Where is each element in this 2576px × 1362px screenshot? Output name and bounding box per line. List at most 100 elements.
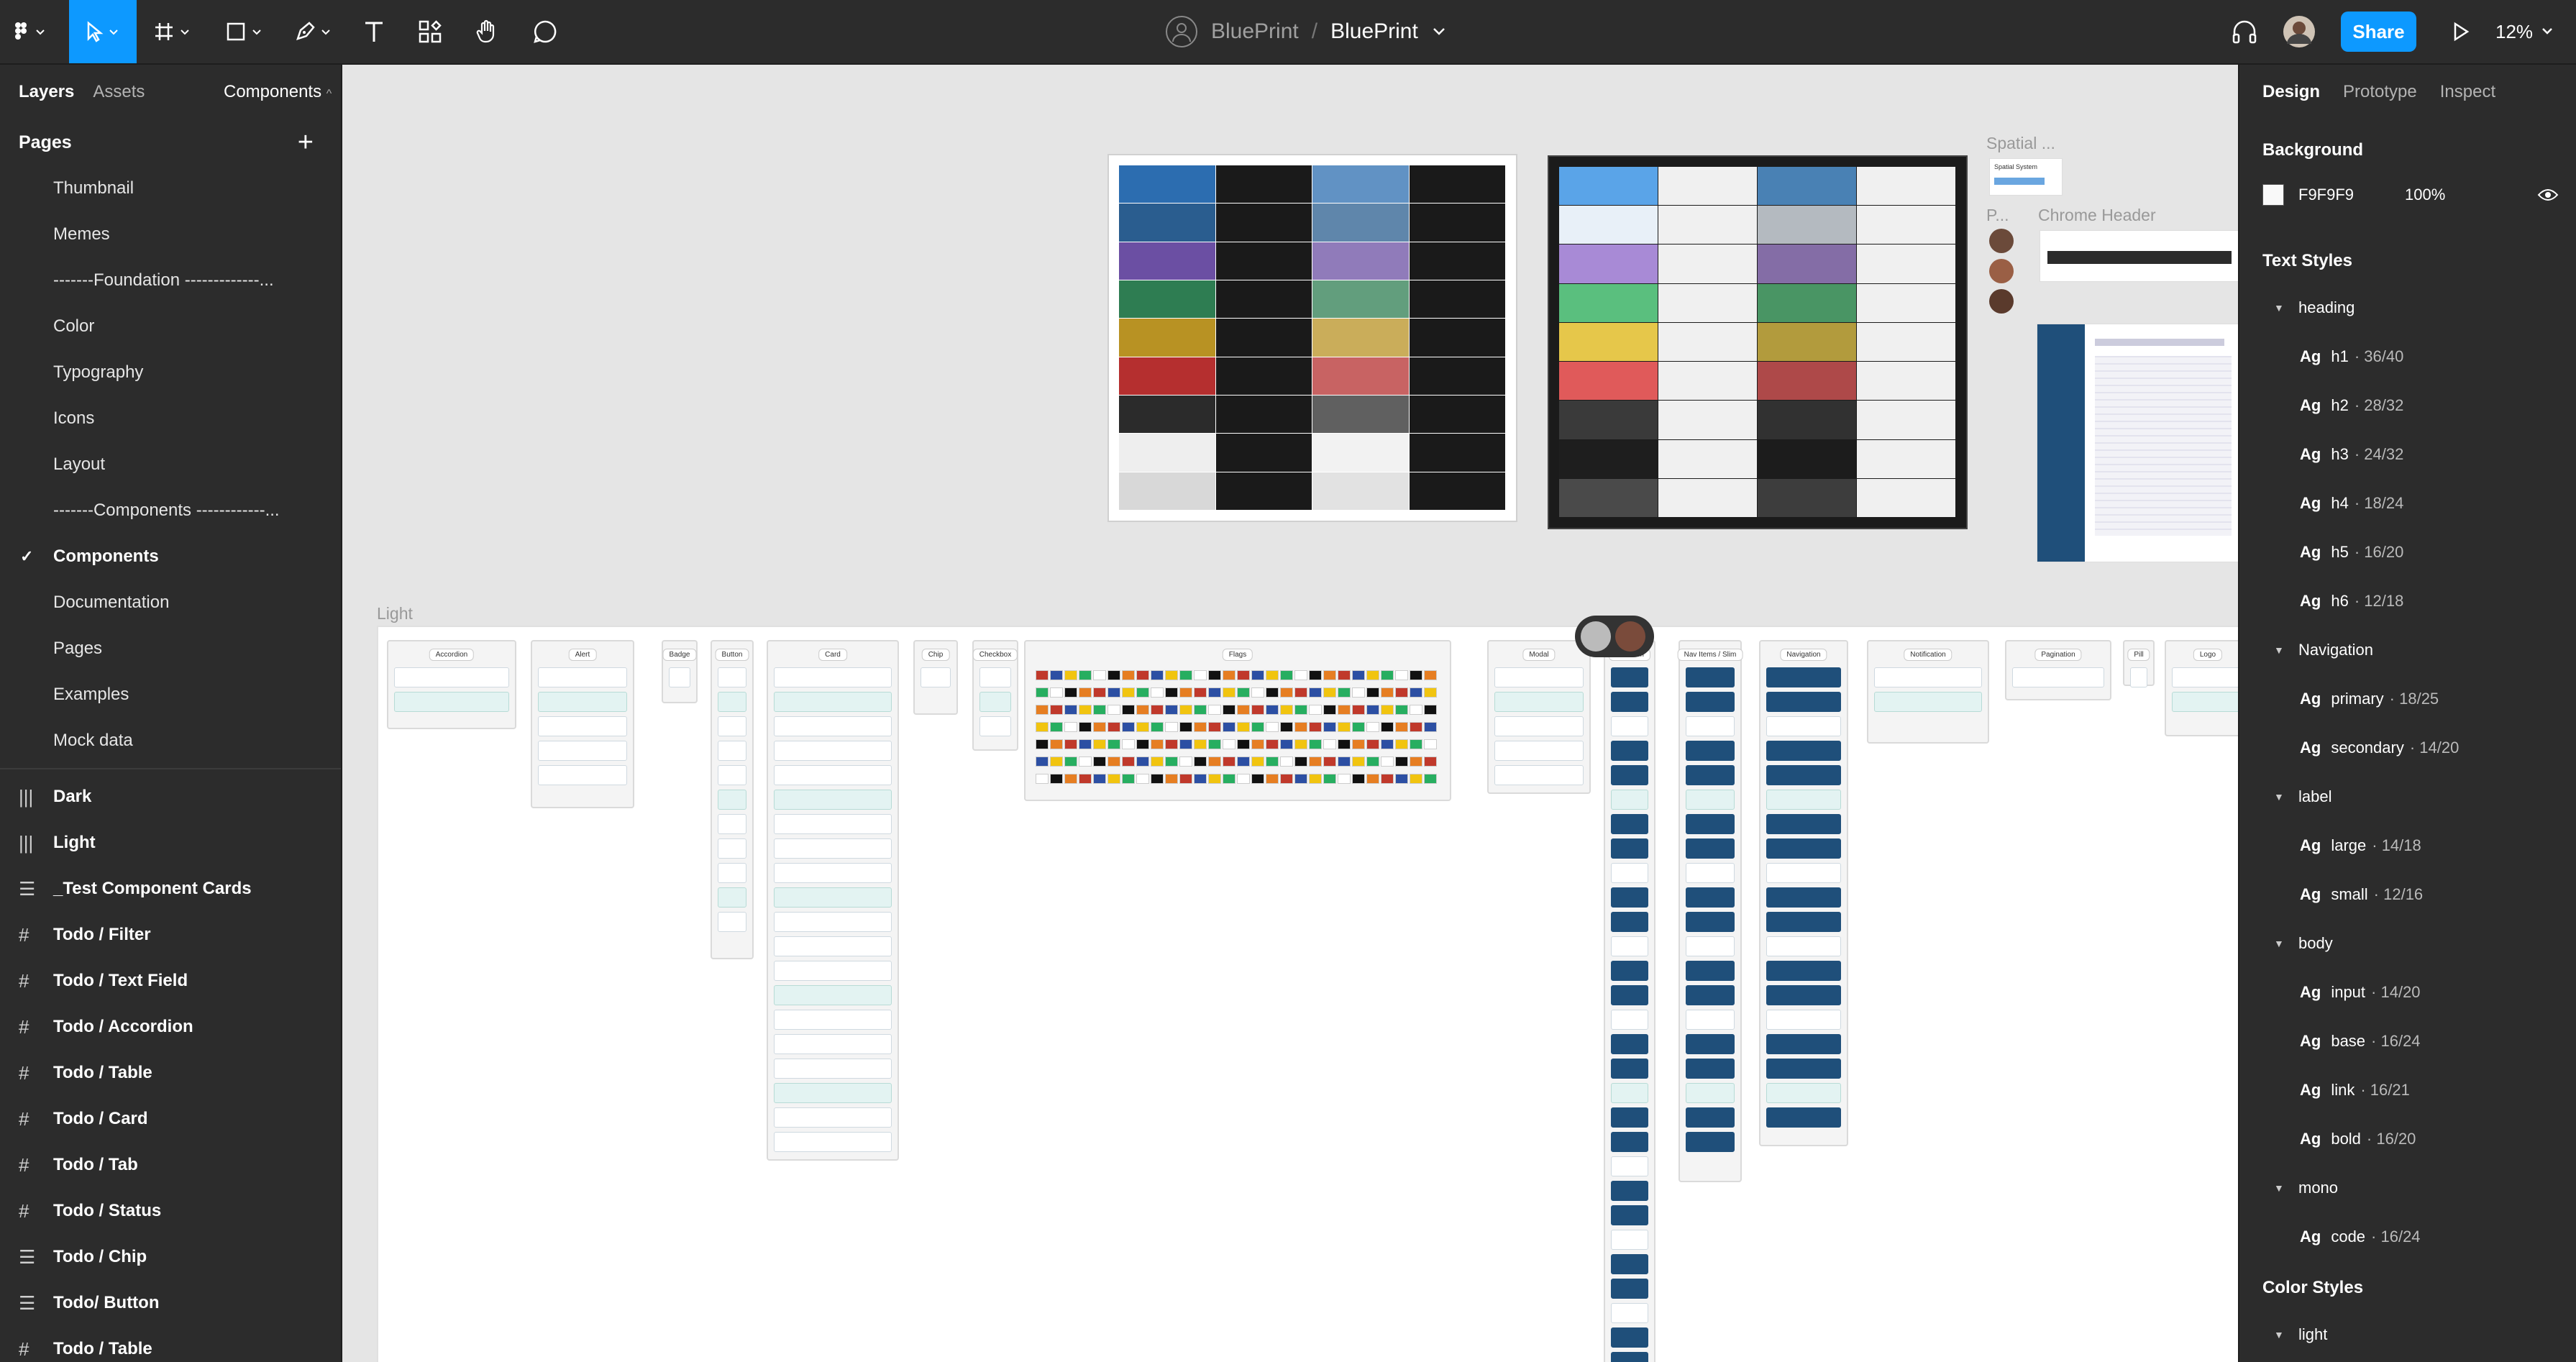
color-swatch[interactable] xyxy=(1119,204,1215,242)
chevron-down-icon[interactable] xyxy=(1428,24,1450,39)
color-swatch[interactable] xyxy=(1658,167,1757,206)
component-card[interactable]: Nav Items / Slim xyxy=(1677,640,1743,1182)
color-swatch[interactable] xyxy=(1119,280,1215,319)
color-swatch[interactable] xyxy=(1312,280,1409,319)
page-item[interactable]: Icons xyxy=(0,396,341,442)
light-components-frame[interactable]: Accordion Alert Badge Button Card Chip Checkbo… xyxy=(377,626,2238,1362)
component-card[interactable]: Flags xyxy=(1024,640,1451,801)
component-card[interactable]: Card xyxy=(767,640,899,1161)
file-name[interactable]: BluePrint xyxy=(1330,19,1418,44)
pen-tool-button[interactable] xyxy=(285,0,345,63)
light-palette-frame[interactable] xyxy=(1107,154,1517,522)
color-swatch[interactable] xyxy=(1658,401,1757,439)
color-swatch[interactable] xyxy=(1215,280,1312,319)
color-swatch[interactable] xyxy=(1215,204,1312,242)
design-canvas[interactable]: Spatial ... Spatial System P... Chrome H… xyxy=(342,65,2238,1362)
spatial-frame-label[interactable]: Spatial ... xyxy=(1986,134,2055,153)
color-swatch[interactable] xyxy=(1119,357,1215,395)
color-swatch[interactable] xyxy=(1409,396,1505,434)
zoom-dropdown[interactable]: 12% xyxy=(2495,0,2557,63)
page-item[interactable]: -------Foundation -------------... xyxy=(0,257,341,303)
color-swatch[interactable] xyxy=(1119,242,1215,280)
eye-icon[interactable] xyxy=(2537,188,2559,202)
color-swatch[interactable] xyxy=(1758,244,1856,283)
text-style-item[interactable]: Ag secondary · 14/20 xyxy=(2239,723,2576,772)
color-swatch[interactable] xyxy=(1857,401,1955,439)
layer-item[interactable]: ☰ Todo / Chip xyxy=(0,1234,341,1280)
tab-assets[interactable]: Assets xyxy=(93,82,145,102)
page-item[interactable]: Thumbnail xyxy=(0,165,341,211)
component-card[interactable]: Pill xyxy=(2123,640,2155,687)
color-swatch[interactable] xyxy=(1409,242,1505,280)
share-button[interactable]: Share xyxy=(2341,12,2416,52)
chrome-header-frame[interactable] xyxy=(2040,230,2238,282)
text-style-item[interactable]: Ag input · 14/20 xyxy=(2239,968,2576,1017)
color-swatch[interactable] xyxy=(1658,439,1757,478)
text-style-item[interactable]: Ag h6 · 12/18 xyxy=(2239,577,2576,626)
avatar-thumbnail[interactable] xyxy=(1989,289,2014,314)
color-swatch[interactable] xyxy=(1409,165,1505,204)
color-swatch[interactable] xyxy=(1312,319,1409,357)
text-style-item[interactable]: Ag bold · 16/20 xyxy=(2239,1115,2576,1164)
color-swatch[interactable] xyxy=(1559,206,1658,244)
color-swatch[interactable] xyxy=(1758,478,1856,517)
page-item[interactable]: Color xyxy=(0,303,341,349)
avatar-thumbnail[interactable] xyxy=(1989,259,2014,283)
main-menu-button[interactable] xyxy=(0,0,60,63)
collaborator-bubble[interactable] xyxy=(1575,616,1654,657)
component-card[interactable]: Notification xyxy=(1867,640,1989,744)
text-style-item[interactable]: Ag large · 14/18 xyxy=(2239,821,2576,870)
color-swatch[interactable] xyxy=(1312,472,1409,510)
color-swatch[interactable] xyxy=(1409,204,1505,242)
layer-item[interactable]: # Todo / Status xyxy=(0,1188,341,1234)
tab-layers[interactable]: Layers xyxy=(19,82,74,102)
color-swatch[interactable] xyxy=(1215,319,1312,357)
layer-item[interactable]: ||| Light xyxy=(0,820,341,866)
page-item[interactable]: Examples xyxy=(0,672,341,718)
color-swatch[interactable] xyxy=(1409,434,1505,472)
color-swatch[interactable] xyxy=(1658,206,1757,244)
text-style-item[interactable]: Ag h4 · 18/24 xyxy=(2239,479,2576,528)
dark-palette-frame[interactable] xyxy=(1548,155,1968,529)
comment-tool-button[interactable] xyxy=(528,0,562,63)
light-frame-label[interactable]: Light xyxy=(377,604,413,623)
component-card[interactable]: Modal xyxy=(1487,640,1591,794)
component-card[interactable]: Checkbox xyxy=(972,640,1018,751)
color-swatch[interactable] xyxy=(1559,322,1658,362)
layer-item[interactable]: # Todo / Table xyxy=(0,1050,341,1096)
color-swatch[interactable] xyxy=(1119,165,1215,204)
color-swatch[interactable] xyxy=(1215,357,1312,395)
color-swatch[interactable] xyxy=(1758,439,1856,478)
text-tool-button[interactable] xyxy=(357,0,391,63)
component-card[interactable]: Logo xyxy=(2165,640,2238,736)
present-button[interactable] xyxy=(2442,0,2478,63)
color-swatch[interactable] xyxy=(1758,322,1856,362)
component-card[interactable]: Accordion xyxy=(387,640,516,729)
layer-item[interactable]: # Todo / Tab xyxy=(0,1142,341,1188)
file-title[interactable]: BluePrint / BluePrint xyxy=(1165,0,1450,63)
add-page-icon[interactable]: + xyxy=(298,127,314,158)
page-item[interactable]: Typography xyxy=(0,349,341,396)
text-style-group[interactable]: ▼ label xyxy=(2239,772,2576,821)
component-card[interactable]: Nav Item xyxy=(1604,640,1655,1362)
color-swatch[interactable] xyxy=(1409,319,1505,357)
text-style-item[interactable]: Ag h5 · 16/20 xyxy=(2239,528,2576,577)
color-swatch[interactable] xyxy=(1758,206,1856,244)
color-swatch[interactable] xyxy=(1409,472,1505,510)
text-style-item[interactable]: Ag link · 16/21 xyxy=(2239,1066,2576,1115)
shape-tool-button[interactable] xyxy=(216,0,276,63)
text-style-item[interactable]: Ag code · 16/24 xyxy=(2239,1212,2576,1261)
color-swatch[interactable] xyxy=(1857,206,1955,244)
resources-tool-button[interactable] xyxy=(413,0,447,63)
page-item[interactable]: Memes xyxy=(0,211,341,257)
page-item[interactable]: ✓ Components xyxy=(0,534,341,580)
background-swatch[interactable] xyxy=(2262,184,2284,206)
color-swatch[interactable] xyxy=(1215,165,1312,204)
color-swatch[interactable] xyxy=(1758,401,1856,439)
color-swatch[interactable] xyxy=(1312,434,1409,472)
project-name[interactable]: BluePrint xyxy=(1211,19,1299,44)
color-swatch[interactable] xyxy=(1658,283,1757,322)
color-swatch[interactable] xyxy=(1857,244,1955,283)
chrome-header-label[interactable]: Chrome Header xyxy=(2038,206,2156,225)
color-swatch[interactable] xyxy=(1119,319,1215,357)
